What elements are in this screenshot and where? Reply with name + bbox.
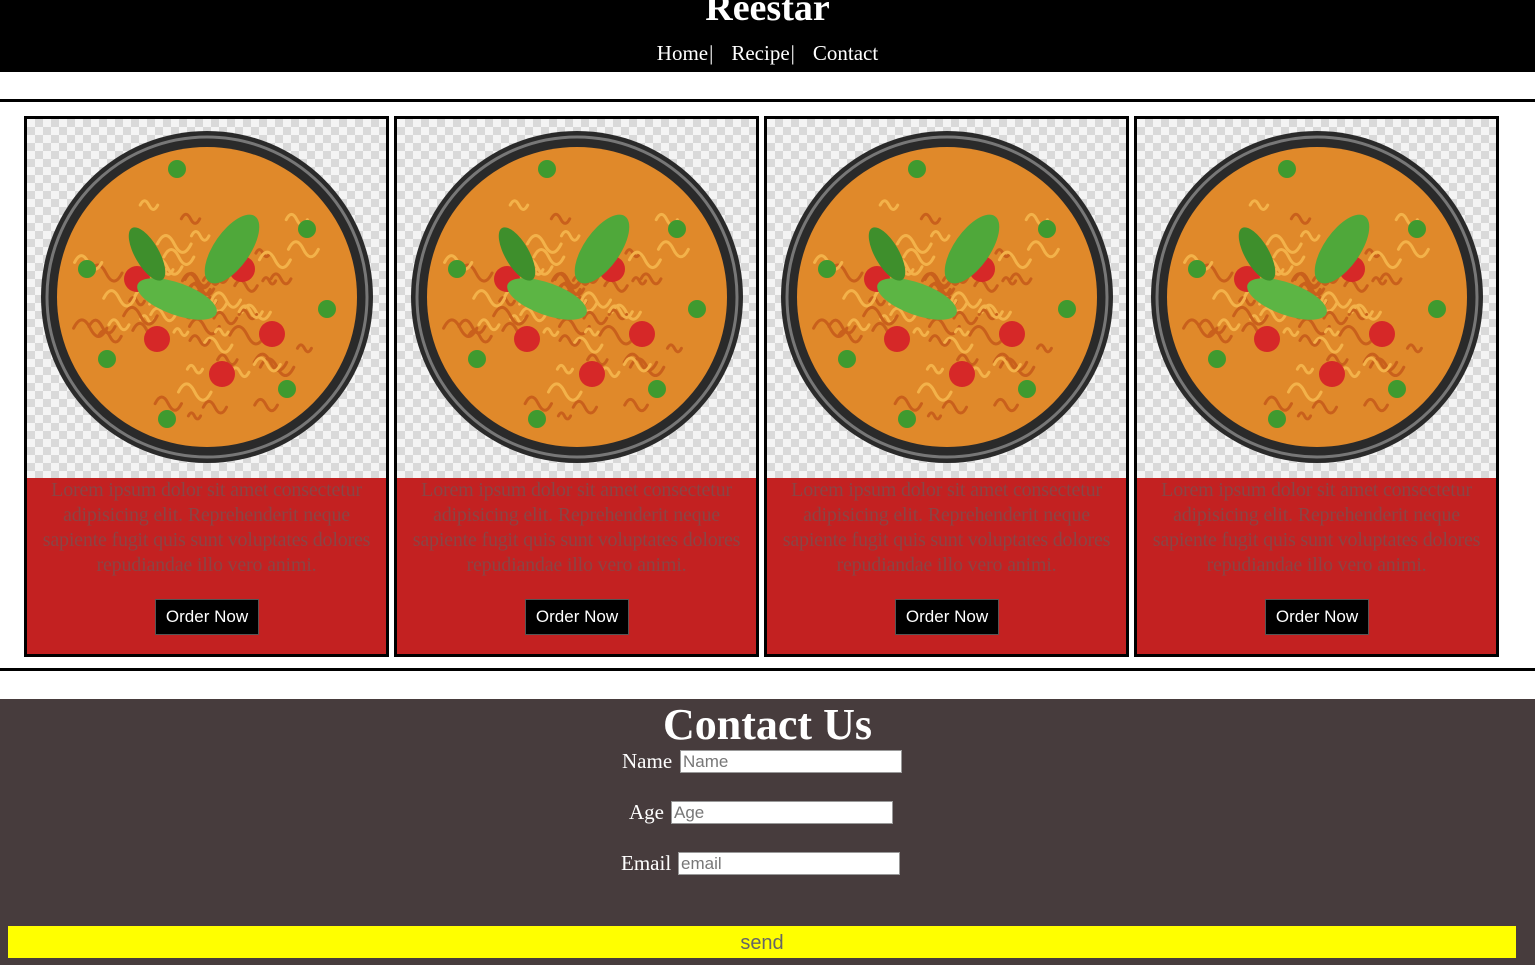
recipe-card: Lorem ipsum dolor sit amet consectetur a… xyxy=(764,116,1129,657)
card-description: Lorem ipsum dolor sit amet consectetur a… xyxy=(782,479,1111,576)
order-now-button[interactable]: Order Now xyxy=(525,599,629,635)
card-description: Lorem ipsum dolor sit amet consectetur a… xyxy=(412,479,741,576)
nav-link-contact[interactable]: Contact xyxy=(813,41,878,65)
contact-section: Contact Us Name Age Email send xyxy=(0,699,1535,965)
nav-link-recipe[interactable]: Recipe xyxy=(731,41,789,65)
noodle-bowl-illustration xyxy=(411,131,743,463)
main-nav: Home| Recipe| Contact xyxy=(0,40,1535,66)
nav-separator: | xyxy=(709,41,714,65)
divider xyxy=(0,668,1535,671)
card-description: Lorem ipsum dolor sit amet consectetur a… xyxy=(42,479,371,576)
email-input[interactable] xyxy=(678,852,900,875)
noodle-bowl-illustration xyxy=(1151,131,1483,463)
noodle-bowl-image xyxy=(397,119,756,478)
brand-title: Reestar xyxy=(705,0,830,29)
recipe-card: Lorem ipsum dolor sit amet consectetur a… xyxy=(394,116,759,657)
age-label: Age xyxy=(629,800,664,824)
email-label: Email xyxy=(621,851,672,875)
recipe-card: Lorem ipsum dolor sit amet consectetur a… xyxy=(1134,116,1499,657)
site-header: Reestar Home| Recipe| Contact xyxy=(0,0,1535,72)
order-now-button[interactable]: Order Now xyxy=(1265,599,1369,635)
recipe-card: Lorem ipsum dolor sit amet consectetur a… xyxy=(24,116,389,657)
send-button[interactable]: send xyxy=(8,926,1516,958)
order-now-button[interactable]: Order Now xyxy=(155,599,259,635)
nav-separator: | xyxy=(790,41,795,65)
recipe-cards: Lorem ipsum dolor sit amet consectetur a… xyxy=(24,116,1500,657)
contact-title: Contact Us xyxy=(663,700,872,749)
name-input[interactable] xyxy=(680,750,902,773)
name-label: Name xyxy=(622,749,673,773)
age-input[interactable] xyxy=(671,801,893,824)
order-now-button[interactable]: Order Now xyxy=(895,599,999,635)
nav-link-home[interactable]: Home xyxy=(657,41,708,65)
noodle-bowl-image xyxy=(767,119,1126,478)
noodle-bowl-image xyxy=(1137,119,1496,478)
noodle-bowl-image xyxy=(27,119,386,478)
noodle-bowl-illustration xyxy=(41,131,373,463)
divider xyxy=(0,99,1535,102)
card-description: Lorem ipsum dolor sit amet consectetur a… xyxy=(1152,479,1481,576)
noodle-bowl-illustration xyxy=(781,131,1113,463)
